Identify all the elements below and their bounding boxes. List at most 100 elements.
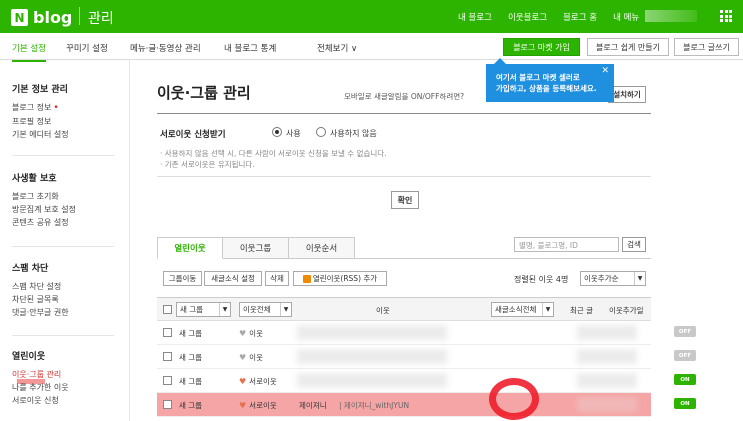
row-type: ♥ 서로이웃 bbox=[239, 376, 277, 387]
blurred-date bbox=[577, 373, 637, 388]
sidebar-item-comment-permission[interactable]: 댓글·안부글 권한 bbox=[12, 306, 69, 319]
mobile-notice[interactable]: 모바일로 새글알림을 ON/OFF하려면? bbox=[344, 91, 464, 102]
row-type: ♥ 이웃 bbox=[239, 328, 263, 339]
feed-toggle[interactable]: ON bbox=[674, 398, 696, 409]
sidebar-item-mutual-request[interactable]: 서로이웃 신청 bbox=[12, 394, 69, 407]
row-type: ♥ 서로이웃 bbox=[239, 400, 277, 411]
column-added-date: 이웃추가일 bbox=[609, 306, 644, 315]
sidebar-heading: 사생활 보호 bbox=[12, 174, 57, 184]
table-header: 새 그룹 ▼ 이웃전체 ▼ 이웃 새글소식전체 ▼ 최근 글 이웃추가일 bbox=[157, 297, 651, 321]
radio-no-use[interactable] bbox=[316, 127, 326, 137]
column-recent-post: 최근 글 bbox=[570, 306, 594, 315]
blurred-date bbox=[577, 349, 637, 364]
link-neighbor-blog[interactable]: 이웃블로그 bbox=[508, 11, 547, 23]
select-value: 이웃추가순 bbox=[584, 274, 619, 283]
feed-toggle[interactable]: OFF bbox=[674, 350, 696, 361]
user-name-blurred[interactable] bbox=[645, 10, 697, 22]
write-post-button[interactable]: 블로그 글쓰기 bbox=[674, 38, 739, 56]
row-type: ♥ 이웃 bbox=[239, 352, 263, 363]
page-section-title: 관리 bbox=[88, 11, 114, 27]
row-checkbox[interactable] bbox=[163, 328, 172, 337]
neighbor-blog[interactable]: | 제이져니_withJYUN bbox=[339, 400, 409, 411]
sidebar-item-neighbor-group[interactable]: 이웃·그룹 관리 bbox=[12, 368, 69, 384]
group-move-button[interactable]: 그룹이동 bbox=[163, 271, 202, 286]
table-row: 새 그룹 ♥ 서로이웃 ON bbox=[157, 369, 696, 393]
row-checkbox[interactable] bbox=[163, 352, 172, 361]
close-icon[interactable]: ✕ bbox=[601, 66, 609, 77]
top-bar: N blog 관리 내 블로그 이웃블로그 블로그 홈 내 메뉴 bbox=[0, 0, 743, 33]
description-text: · 기존 서로이웃은 유지됩니다. bbox=[160, 160, 255, 169]
row-checkbox[interactable] bbox=[163, 400, 172, 409]
tab-menu-post-video[interactable]: 메뉴·글·동영상 관리 bbox=[130, 42, 201, 54]
sidebar-item-added-me[interactable]: 나를 추가한 이웃 bbox=[12, 381, 69, 394]
tab-view-all[interactable]: 전체보기 ∨ bbox=[317, 42, 357, 54]
feed-toggle[interactable]: ON bbox=[674, 374, 696, 385]
blog-market-join-button[interactable]: 블로그 마켓 가입 bbox=[503, 38, 580, 56]
button-label: 열린이웃(RSS) 추가 bbox=[312, 274, 378, 283]
feed-filter-select[interactable]: 새글소식전체 ▼ bbox=[491, 302, 554, 317]
delete-button[interactable]: 삭제 bbox=[265, 271, 289, 286]
tab-decoration-settings[interactable]: 꾸미기 설정 bbox=[66, 42, 108, 54]
sidebar-item-blocked-posts[interactable]: 차단된 글목록 bbox=[12, 293, 69, 306]
row-group: 새 그룹 bbox=[179, 353, 203, 362]
link-my-menu[interactable]: 내 메뉴 bbox=[613, 11, 639, 23]
tab-neighbor-groups[interactable]: 이웃그룹 bbox=[223, 237, 289, 259]
naver-n-icon: N bbox=[11, 9, 28, 26]
table-row: 새 그룹 ♥ 이웃 OFF bbox=[157, 321, 696, 345]
divider bbox=[12, 246, 114, 247]
sidebar-item-visit-protection[interactable]: 방문집계 보호 설정 bbox=[12, 203, 76, 216]
type-label: 이웃 bbox=[249, 353, 263, 362]
tab-neighbor-order[interactable]: 이웃순서 bbox=[289, 237, 355, 259]
sidebar-group-privacy: 사생활 보호 블로그 초기화 방문집계 보호 설정 콘텐츠 공유 설정 bbox=[12, 171, 76, 229]
heart-icon: ♥ bbox=[239, 377, 247, 386]
tab-blog-stats[interactable]: 내 블로그 통계 bbox=[224, 42, 276, 54]
tab-basic-settings[interactable]: 기본 설정 bbox=[12, 42, 46, 62]
sidebar-item-blog-reset[interactable]: 블로그 초기화 bbox=[12, 190, 76, 203]
row-checkbox[interactable] bbox=[163, 376, 172, 385]
type-label: 이웃 bbox=[249, 329, 263, 338]
divider bbox=[79, 7, 80, 25]
sidebar-item-label: 이웃·그룹 관리 bbox=[12, 370, 62, 379]
row-group: 새 그룹 bbox=[179, 401, 203, 410]
new-dot-icon: • bbox=[53, 103, 59, 113]
sidebar-item-profile-info[interactable]: 프로필 정보 bbox=[12, 115, 69, 128]
sidebar-item-blog-info[interactable]: 블로그 정보 • bbox=[12, 101, 69, 115]
divider bbox=[355, 258, 651, 259]
sort-select[interactable]: 이웃추가순 ▼ bbox=[580, 271, 646, 286]
type-label: 서로이웃 bbox=[249, 377, 277, 386]
neighbor-filter-select[interactable]: 이웃전체 ▼ bbox=[239, 302, 292, 317]
sidebar-item-editor-settings[interactable]: 기본 에디터 설정 bbox=[12, 128, 69, 141]
sidebar-item-spam-settings[interactable]: 스팸 차단 설정 bbox=[12, 280, 69, 293]
easy-blog-button[interactable]: 블로그 쉽게 만들기 bbox=[587, 38, 669, 56]
sidebar-group-open-neighbors: 열린이웃 이웃·그룹 관리 나를 추가한 이웃 서로이웃 신청 bbox=[12, 349, 69, 407]
group-filter-select[interactable]: 새 그룹 ▼ bbox=[176, 302, 231, 317]
search-input[interactable]: 별명, 블로그명, ID bbox=[514, 237, 619, 252]
chevron-down-icon: ▼ bbox=[219, 303, 230, 316]
feed-setting-button[interactable]: 새글소식 설정 bbox=[204, 271, 262, 286]
radio-use[interactable] bbox=[272, 127, 282, 137]
confirm-button[interactable]: 확인 bbox=[391, 191, 419, 209]
heart-icon: ♥ bbox=[239, 329, 247, 338]
tab-open-neighbors[interactable]: 열린이웃 bbox=[157, 237, 223, 259]
sidebar-item-content-share[interactable]: 콘텐츠 공유 설정 bbox=[12, 216, 76, 229]
select-value: 새 그룹 bbox=[180, 305, 204, 314]
column-neighbor: 이웃 bbox=[376, 306, 390, 315]
naver-blog-logo[interactable]: N blog bbox=[11, 8, 72, 27]
sidebar-heading: 스팸 차단 bbox=[12, 264, 49, 274]
select-all-checkbox[interactable] bbox=[163, 305, 172, 314]
divider bbox=[12, 155, 114, 156]
neighbor-name[interactable]: 제이져니 bbox=[299, 400, 327, 411]
feed-toggle[interactable]: OFF bbox=[674, 326, 696, 337]
search-button[interactable]: 검색 bbox=[622, 237, 646, 252]
link-blog-home[interactable]: 블로그 홈 bbox=[563, 11, 597, 23]
annotation-circle bbox=[489, 378, 539, 420]
heart-icon: ♥ bbox=[239, 401, 247, 410]
neighbor-tabs: 열린이웃 이웃그룹 이웃순서 bbox=[157, 237, 355, 259]
top-links: 내 블로그 이웃블로그 블로그 홈 내 메뉴 bbox=[458, 11, 639, 23]
link-my-blog[interactable]: 내 블로그 bbox=[458, 11, 492, 23]
divider bbox=[12, 335, 114, 336]
rss-add-button[interactable]: 열린이웃(RSS) 추가 bbox=[293, 271, 387, 286]
apps-grid-icon[interactable] bbox=[720, 10, 732, 22]
tooltip-line: 가입하고, 상품을 등록해보세요. bbox=[496, 84, 597, 93]
blurred-date bbox=[577, 397, 637, 412]
